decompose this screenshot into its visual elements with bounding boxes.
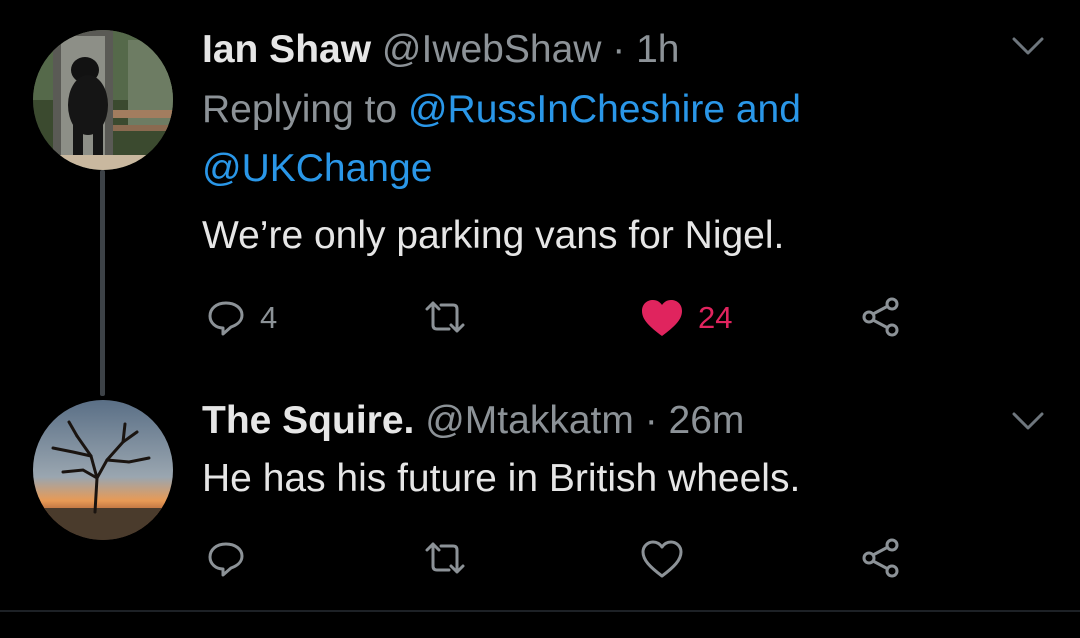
retweet-button[interactable] xyxy=(423,299,481,335)
replying-to: Replying to @RussInCheshire and @UKChang… xyxy=(202,80,962,198)
tweet-ian-shaw[interactable]: Ian Shaw @IwebShaw · 1h Replying to @Rus… xyxy=(0,0,1080,396)
share-button[interactable] xyxy=(860,537,902,579)
tweet-the-squire[interactable]: The Squire. @Mtakkatm · 26m He has his f… xyxy=(0,395,1080,610)
display-name[interactable]: The Squire. xyxy=(202,399,414,442)
chevron-down-icon[interactable] xyxy=(1010,33,1046,59)
tweet-header: The Squire. @Mtakkatm · 26m xyxy=(202,399,744,443)
tweet-text: We’re only parking vans for Nigel. xyxy=(202,214,785,257)
retweet-icon xyxy=(425,301,465,333)
like-button[interactable] xyxy=(640,539,698,579)
mention-link[interactable]: @RussInCheshire xyxy=(408,88,725,131)
heart-icon xyxy=(641,540,683,578)
separator-dot: · xyxy=(644,399,658,442)
reply-count: 4 xyxy=(260,300,278,335)
tweet-text: He has his future in British wheels. xyxy=(202,457,801,500)
like-button[interactable]: 24 xyxy=(640,298,732,338)
retweet-button[interactable] xyxy=(423,540,481,576)
reply-icon xyxy=(208,301,244,336)
chevron-down-icon[interactable] xyxy=(1010,408,1046,434)
separator-dot: · xyxy=(612,28,626,71)
share-icon xyxy=(862,297,899,337)
share-button[interactable] xyxy=(860,296,902,338)
tweet-header: Ian Shaw @IwebShaw · 1h xyxy=(202,28,680,72)
user-handle[interactable]: @IwebShaw xyxy=(382,28,602,71)
display-name[interactable]: Ian Shaw xyxy=(202,28,371,71)
heart-icon xyxy=(642,300,682,336)
like-count: 24 xyxy=(698,300,733,335)
user-handle[interactable]: @Mtakkatm xyxy=(425,399,634,442)
reply-button[interactable]: 4 xyxy=(206,298,277,338)
mention-link[interactable]: @UKChange xyxy=(202,147,432,190)
timestamp[interactable]: 26m xyxy=(669,399,745,442)
avatar[interactable] xyxy=(33,400,173,540)
thread-connector-line xyxy=(100,170,105,396)
share-icon xyxy=(862,538,899,578)
avatar[interactable] xyxy=(33,30,173,170)
timestamp[interactable]: 1h xyxy=(636,28,679,71)
replying-and[interactable]: and xyxy=(736,88,801,131)
tweet-divider xyxy=(0,610,1080,612)
bear-at-door-photo-icon xyxy=(33,30,173,170)
replying-prefix: Replying to xyxy=(202,88,398,131)
bare-tree-sunset-photo-icon xyxy=(33,400,173,540)
reply-button[interactable] xyxy=(206,539,260,579)
reply-icon xyxy=(208,542,244,577)
retweet-icon xyxy=(425,542,465,574)
